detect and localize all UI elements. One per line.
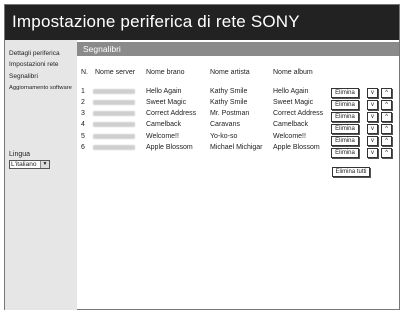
delete-button[interactable]: Elimina (331, 124, 359, 134)
app-window: Impostazione periferica di rete SONY Det… (4, 4, 400, 310)
language-value: L'italiano (11, 161, 37, 168)
move-up-button[interactable]: ^ (381, 148, 392, 158)
track-name: Sweet Magic (146, 99, 187, 106)
sidebar-item-bookmarks[interactable]: Segnalibri (9, 73, 38, 80)
page-title: Impostazione periferica di rete SONY (12, 12, 300, 31)
column-header-server: Nome server (95, 69, 136, 76)
delete-button[interactable]: Elimina (331, 100, 359, 110)
section-header: Segnalibri (77, 42, 399, 56)
move-up-button[interactable]: ^ (381, 100, 392, 110)
server-name-redacted (93, 100, 135, 105)
row-number: 6 (81, 144, 85, 151)
column-header-track: Nome brano (146, 69, 185, 76)
move-up-button[interactable]: ^ (381, 112, 392, 122)
sidebar-item-device-details[interactable]: Dettagli periferica (9, 50, 60, 57)
track-name: Camelback (146, 121, 182, 128)
column-header-number: N. (81, 69, 88, 76)
move-down-button[interactable]: v (367, 124, 378, 134)
artist-name: Caravans (210, 121, 240, 128)
move-up-button[interactable]: ^ (381, 88, 392, 98)
album-name: Hello Again (273, 88, 309, 95)
album-name: Welcome!! (273, 133, 306, 140)
album-name: Sweet Magic (273, 99, 314, 106)
move-down-button[interactable]: v (367, 136, 378, 146)
artist-name: Kathy Smile (210, 88, 248, 95)
sidebar: Dettagli periferica Impostazioni rete Se… (5, 40, 77, 310)
row-number: 5 (81, 133, 85, 140)
title-bar: Impostazione periferica di rete SONY (5, 5, 399, 40)
artist-name: Michael Michigar (210, 144, 263, 151)
column-header-artist: Nome artista (210, 69, 250, 76)
server-name-redacted (93, 122, 135, 127)
sidebar-item-network-settings[interactable]: Impostazioni rete (9, 61, 59, 68)
row-number: 3 (81, 110, 85, 117)
delete-button[interactable]: Elimina (331, 148, 359, 158)
artist-name: Kathy Smile (210, 99, 248, 106)
row-number: 2 (81, 99, 85, 106)
language-label: Lingua (9, 151, 31, 158)
move-down-button[interactable]: v (367, 112, 378, 122)
artist-name: Yo-ko-so (210, 133, 238, 140)
move-down-button[interactable]: v (367, 88, 378, 98)
delete-button[interactable]: Elimina (331, 88, 359, 98)
album-name: Apple Blossom (273, 144, 320, 151)
album-name: Camelback (273, 121, 309, 128)
delete-all-button[interactable]: Elimina tutti (332, 167, 370, 177)
chevron-down-icon: ▼ (40, 161, 49, 168)
artist-name: Mr. Postman (210, 110, 250, 117)
language-select[interactable]: L'italiano ▼ (9, 160, 50, 169)
row-number: 4 (81, 121, 85, 128)
server-name-redacted (93, 145, 135, 150)
move-down-button[interactable]: v (367, 148, 378, 158)
server-name-redacted (93, 111, 135, 116)
move-up-button[interactable]: ^ (381, 136, 392, 146)
row-number: 1 (81, 88, 85, 95)
album-name: Correct Address (273, 110, 324, 117)
column-header-album: Nome album (273, 69, 313, 76)
section-title: Segnalibri (83, 44, 121, 54)
server-name-redacted (93, 89, 135, 94)
server-name-redacted (93, 134, 135, 139)
move-down-button[interactable]: v (367, 100, 378, 110)
track-name: Welcome!! (146, 133, 179, 140)
delete-button[interactable]: Elimina (331, 136, 359, 146)
move-up-button[interactable]: ^ (381, 124, 392, 134)
track-name: Correct Address (146, 110, 197, 117)
track-name: Hello Again (146, 88, 182, 95)
track-name: Apple Blossom (146, 144, 193, 151)
sidebar-item-software-update[interactable]: Aggiornamento software (9, 85, 72, 91)
delete-button[interactable]: Elimina (331, 112, 359, 122)
